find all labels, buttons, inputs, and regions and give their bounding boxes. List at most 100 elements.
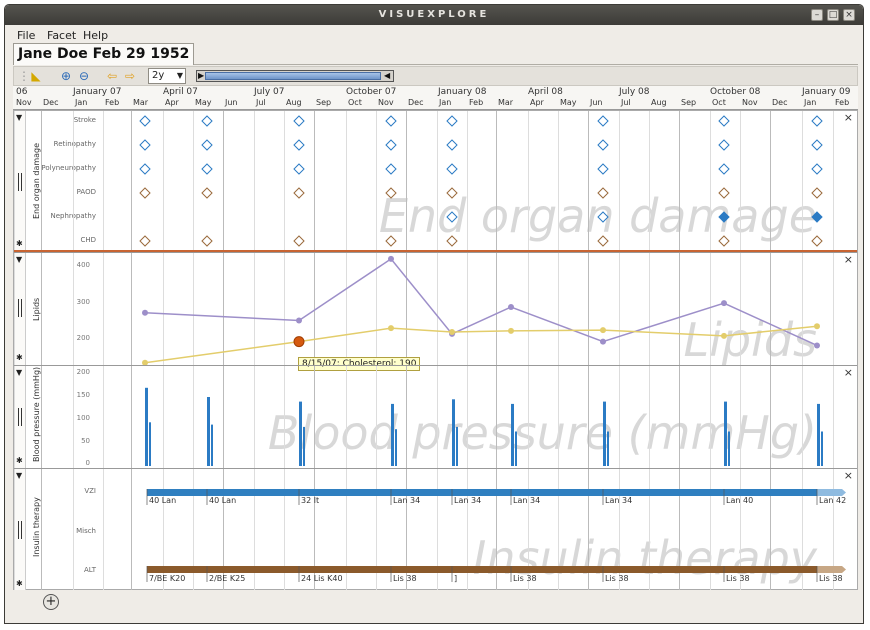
menu-facet[interactable]: Facet — [47, 29, 76, 42]
patient-tab[interactable]: Jane Doe Feb 29 1952 — [13, 43, 195, 65]
alt-dose-label: Lis 38 — [726, 574, 750, 583]
lipid-data-point — [508, 304, 514, 310]
minimize-button[interactable]: – — [811, 9, 823, 21]
month-label: Jun — [225, 98, 238, 107]
event-diamond-marker — [718, 139, 730, 151]
diastolic-bar — [303, 426, 305, 466]
systolic-bar — [207, 397, 210, 466]
event-diamond-marker — [597, 211, 609, 223]
toolbar: ⋮ ◣ ⊕ ⊖ ⇦ ⇨ 2y ▼ ▶ ◀ — [13, 66, 858, 86]
event-diamond-marker — [811, 211, 823, 223]
facet-panels: ▼ ✱ End organ damage End organ damage × … — [13, 110, 858, 590]
month-label: Nov — [742, 98, 758, 107]
event-diamond-marker — [718, 163, 730, 175]
add-facet-button[interactable]: + — [43, 594, 59, 610]
month-label: Aug — [286, 98, 302, 107]
time-range-thumb[interactable] — [205, 72, 381, 80]
event-diamond-marker — [811, 163, 823, 175]
month-label: Sep — [681, 98, 697, 107]
month-label: Dec — [772, 98, 788, 107]
lipid-data-point — [388, 325, 394, 332]
event-diamond-marker — [718, 211, 730, 223]
alt-therapy-arrow — [817, 566, 846, 573]
maximize-button[interactable]: □ — [827, 9, 839, 21]
lipids-chart — [14, 253, 834, 365]
alt-dose-label: 24 Lis K40 — [301, 574, 343, 583]
chevron-down-icon: ▼ — [176, 71, 183, 80]
vzi-dose-label: 40 Lan — [149, 496, 176, 505]
month-label: Jun — [590, 98, 603, 107]
month-label: Nov — [378, 98, 394, 107]
title-bar[interactable]: VISUEXPLORE – □ × — [5, 5, 863, 25]
lipid-data-point — [600, 327, 606, 334]
arrow-right-icon[interactable]: ⇨ — [122, 69, 138, 83]
lipid-data-point — [814, 342, 820, 349]
month-label: Jul — [256, 98, 266, 107]
patient-tab-strip: Jane Doe Feb 29 1952 — [13, 43, 858, 65]
zoom-select[interactable]: 2y ▼ — [148, 68, 186, 84]
month-label: Sep — [316, 98, 332, 107]
lipid-data-point — [600, 338, 606, 345]
diastolic-bar — [515, 431, 517, 466]
alt-dose-label: 2/BE K25 — [209, 574, 245, 583]
event-diamond-marker — [293, 139, 305, 151]
time-range-slider[interactable]: ▶ ◀ — [196, 70, 394, 82]
diastolic-bar — [211, 424, 213, 466]
alt-dose-label: Lis 38 — [393, 574, 417, 583]
menu-bar: File Facet Help — [5, 25, 863, 45]
menu-help[interactable]: Help — [83, 29, 108, 42]
vzi-dose-label: 32 lt — [301, 496, 319, 505]
slider-right-handle-icon[interactable]: ◀ — [384, 71, 390, 81]
menu-file[interactable]: File — [17, 29, 35, 42]
event-diamond-marker — [446, 187, 458, 199]
insulin-panel: ▼ ✱ Insulin therapy Insulin therapy × VZ… — [14, 468, 857, 590]
event-diamond-marker — [446, 235, 458, 247]
diastolic-bar — [395, 429, 397, 466]
blood-pressure-chart — [14, 366, 834, 468]
month-label: Nov — [16, 98, 32, 107]
event-diamond-marker — [385, 187, 397, 199]
lipid-data-point — [721, 332, 727, 339]
quarter-label: April 07 — [163, 87, 198, 97]
event-diamond-marker — [385, 139, 397, 151]
event-diamond-marker — [385, 115, 397, 127]
event-diamond-marker — [293, 163, 305, 175]
slider-left-handle-icon[interactable]: ▶ — [198, 71, 204, 81]
event-diamond-marker — [201, 235, 213, 247]
month-label: Feb — [469, 98, 484, 107]
event-diamond-marker — [597, 163, 609, 175]
insulin-chart: 40 Lan 7/BE K20 40 Lan 2/BE K25 32 lt 24 Lis … — [14, 469, 846, 590]
quarter-label: July 07 — [254, 87, 285, 97]
quarter-label: April 08 — [528, 87, 563, 97]
month-label: Apr — [165, 98, 179, 107]
end-organ-chart — [14, 111, 834, 250]
event-diamond-marker — [811, 235, 823, 247]
vzi-dose-label: 40 Lan — [209, 496, 236, 505]
alt-dose-label: Lis 38 — [819, 574, 843, 583]
event-diamond-marker — [139, 163, 151, 175]
systolic-bar — [391, 403, 394, 466]
vzi-dose-label: Lan 34 — [454, 496, 481, 505]
chart-icon[interactable]: ◣ — [28, 69, 44, 83]
systolic-bar — [511, 403, 514, 466]
zoom-in-icon[interactable]: ⊕ — [58, 69, 74, 83]
close-window-button[interactable]: × — [843, 9, 855, 21]
alt-dose-label: 7/BE K20 — [149, 574, 185, 583]
event-diamond-marker — [718, 115, 730, 127]
arrow-left-icon[interactable]: ⇦ — [104, 69, 120, 83]
end-organ-panel: ▼ ✱ End organ damage End organ damage × … — [14, 111, 857, 252]
lipids-panel: ▼ ✱ Lipids Lipids × 400 300 200 8/15/07:… — [14, 252, 857, 371]
lipid-data-point — [142, 309, 148, 316]
alt-therapy-bar — [147, 566, 817, 573]
month-label: Jan — [439, 98, 452, 107]
vzi-therapy-arrow — [817, 489, 846, 496]
lipid-data-point — [814, 323, 820, 330]
event-diamond-marker — [718, 235, 730, 247]
alt-dose-label: Lis 38 — [605, 574, 629, 583]
quarter-label: October 07 — [346, 87, 397, 97]
event-diamond-marker — [201, 115, 213, 127]
month-label: Mar — [498, 98, 514, 107]
blood-pressure-panel: ▼ ✱ Blood pressure (mmHg) Blood pressure… — [14, 365, 857, 468]
zoom-out-icon[interactable]: ⊖ — [76, 69, 92, 83]
event-diamond-marker — [718, 187, 730, 199]
